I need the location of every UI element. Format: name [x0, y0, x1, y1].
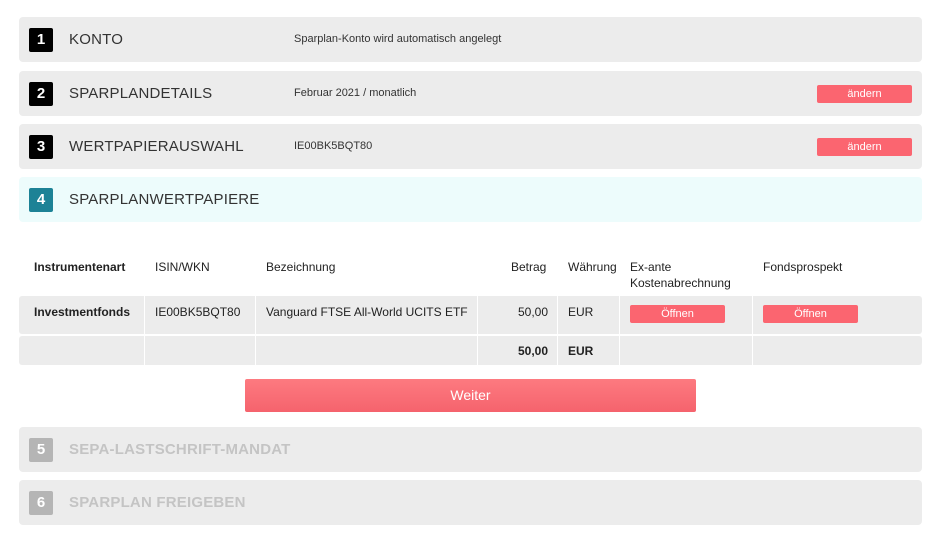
- header-name: Bezeichnung: [266, 260, 336, 274]
- total-amount: 50,00: [517, 344, 548, 358]
- step-sparplandetails[interactable]: 2 SPARPLANDETAILS Februar 2021 / monatli…: [19, 71, 922, 116]
- weiter-button[interactable]: Weiter: [245, 379, 696, 412]
- step-title: SPARPLAN FREIGEBEN: [69, 494, 246, 511]
- step-number: 6: [29, 491, 53, 515]
- step-title: SPARPLANWERTPAPIERE: [69, 191, 260, 208]
- step-sparplan-freigeben: 6 SPARPLAN FREIGEBEN: [19, 480, 922, 525]
- header-isin: ISIN/WKN: [155, 260, 210, 274]
- step-title: WERTPAPIERAUSWAHL: [69, 138, 244, 155]
- header-prospectus: Fondsprospekt: [763, 260, 843, 274]
- row-amount: 50,00: [517, 305, 548, 319]
- step-info: IE00BK5BQT80: [294, 140, 373, 152]
- step-sepa-mandat: 5 SEPA-LASTSCHRIFT-MANDAT: [19, 427, 922, 472]
- row-currency: EUR: [568, 305, 594, 319]
- edit-wertpapierauswahl-button[interactable]: ändern: [817, 138, 912, 156]
- table-total-row: 50,00 EUR: [19, 336, 922, 365]
- step-sparplanwertpapiere: 4 SPARPLANWERTPAPIERE: [19, 177, 922, 222]
- header-costs-line1: Ex-ante: [630, 260, 672, 274]
- row-instrument-type: Investmentfonds: [34, 305, 131, 319]
- step-number: 1: [29, 28, 53, 52]
- step-title: KONTO: [69, 31, 124, 48]
- step-number: 4: [29, 188, 53, 212]
- step-number: 5: [29, 438, 53, 462]
- row-name: Vanguard FTSE All-World UCITS ETF: [266, 305, 468, 319]
- total-currency: EUR: [568, 344, 594, 358]
- header-instrument-type: Instrumentenart: [34, 260, 126, 274]
- row-isin: IE00BK5BQT80: [155, 305, 241, 319]
- securities-table-header: Instrumentenart ISIN/WKN Bezeichnung Bet…: [19, 250, 922, 292]
- edit-sparplandetails-button[interactable]: ändern: [817, 85, 912, 103]
- step-title: SEPA-LASTSCHRIFT-MANDAT: [69, 441, 291, 458]
- step-wertpapierauswahl[interactable]: 3 WERTPAPIERAUSWAHL IE00BK5BQT80 ändern: [19, 124, 922, 169]
- step-info: Februar 2021 / monatlich: [294, 87, 417, 99]
- step-info: Sparplan-Konto wird automatisch angelegt: [294, 33, 502, 45]
- table-row: Investmentfonds IE00BK5BQT80 Vanguard FT…: [19, 296, 922, 334]
- open-costs-button[interactable]: Öffnen: [630, 305, 725, 323]
- header-costs: Ex-ante Kostenabrechnung: [630, 259, 731, 291]
- step-title: SPARPLANDETAILS: [69, 85, 213, 102]
- step-number: 3: [29, 135, 53, 159]
- header-currency: Währung: [568, 260, 617, 274]
- step-number: 2: [29, 82, 53, 106]
- step-konto[interactable]: 1 KONTO Sparplan-Konto wird automatisch …: [19, 17, 922, 62]
- header-amount: Betrag: [511, 260, 547, 274]
- header-costs-line2: Kostenabrechnung: [630, 276, 731, 290]
- open-prospectus-button[interactable]: Öffnen: [763, 305, 858, 323]
